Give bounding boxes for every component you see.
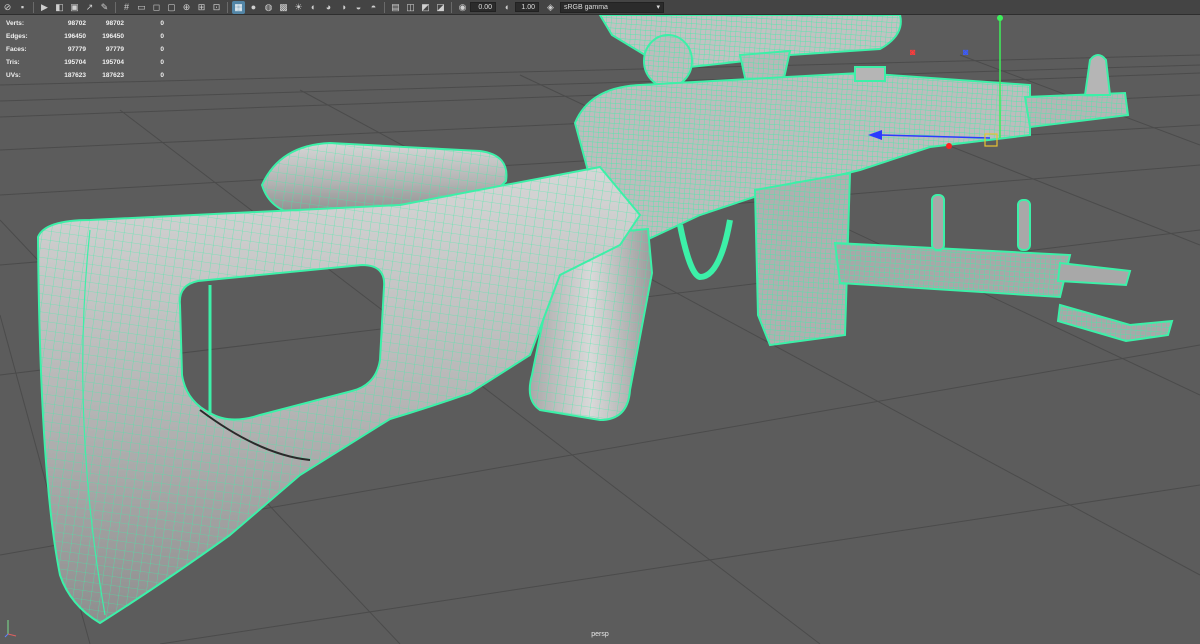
viewport-scene: ◙ ◙ — [0, 15, 1200, 644]
toolbar-separator — [384, 1, 385, 13]
camera-attributes-icon[interactable]: ▶ — [38, 1, 51, 14]
hud-value-components: 0 — [160, 72, 164, 79]
gamma-field[interactable]: 1.00 — [515, 2, 539, 12]
screen-space-ao-icon[interactable]: ◕ — [322, 1, 335, 14]
hud-value-components: 0 — [160, 59, 164, 66]
wireframe-on-shaded-icon[interactable]: ◍ — [262, 1, 275, 14]
chevron-down-icon: ▾ — [656, 3, 660, 11]
shadows-icon[interactable]: ◐ — [307, 1, 320, 14]
motion-blur-icon[interactable]: ◑ — [337, 1, 350, 14]
hud-value-components: 0 — [160, 46, 164, 53]
hud-value-object: 187623 — [64, 72, 86, 79]
hud-label: Edges: — [6, 33, 28, 40]
toolbar-separator — [227, 1, 228, 13]
hud-row-uvs: UVs: 187623 187623 0 — [6, 69, 164, 82]
perspective-viewport[interactable]: ◙ ◙ — [0, 15, 1200, 644]
camera-name-label: persp — [591, 631, 609, 638]
hud-row-verts: Verts: 98702 98702 0 — [6, 17, 164, 30]
hud-label: Tris: — [6, 59, 20, 66]
xray-active-components-icon[interactable]: ◩ — [419, 1, 432, 14]
hud-value-components: 0 — [160, 33, 164, 40]
resolution-gate-icon[interactable]: ◻ — [150, 1, 163, 14]
poly-count-hud: Verts: 98702 98702 0 Edges: 196450 19645… — [6, 17, 164, 82]
safe-action-icon[interactable]: ⊞ — [195, 1, 208, 14]
spare-magazine-model — [833, 194, 1174, 343]
hud-value-object: 98702 — [67, 20, 86, 27]
isolate-select-icon[interactable]: ▤ — [389, 1, 402, 14]
toolbar-separator — [451, 1, 452, 13]
hud-value-object: 97779 — [67, 46, 86, 53]
hud-value-selected: 97779 — [105, 46, 124, 53]
magazine-model — [753, 171, 852, 347]
hud-value-selected: 98702 — [105, 20, 124, 27]
anti-aliasing-icon[interactable]: ◒ — [352, 1, 365, 14]
film-gate-icon[interactable]: ▭ — [135, 1, 148, 14]
depth-of-field-icon[interactable]: ◓ — [367, 1, 380, 14]
textured-icon[interactable]: ▩ — [277, 1, 290, 14]
image-plane-icon[interactable]: ▣ — [68, 1, 81, 14]
trigger-guard-model — [677, 219, 733, 281]
use-all-lights-icon[interactable]: ☀ — [292, 1, 305, 14]
svg-text:◙: ◙ — [963, 47, 969, 57]
hud-label: Verts: — [6, 20, 25, 27]
gate-mask-icon[interactable]: ▢ — [165, 1, 178, 14]
wireframe-icon[interactable]: ▦ — [232, 0, 245, 14]
color-management-icon[interactable]: ◈ — [544, 1, 557, 14]
bookmarks-icon[interactable]: ◧ — [53, 1, 66, 14]
hud-row-faces: Faces: 97779 97779 0 — [6, 43, 164, 56]
xray-icon[interactable]: ◫ — [404, 1, 417, 14]
svg-text:◙: ◙ — [910, 47, 916, 57]
2d-pan-zoom-icon[interactable]: ↗ — [83, 1, 96, 14]
hud-value-object: 195704 — [64, 59, 86, 66]
grease-pencil-icon[interactable]: ✎ — [98, 1, 111, 14]
receiver-model — [573, 54, 1130, 245]
exposure-field[interactable]: 0.00 — [470, 2, 496, 12]
lock-camera-icon[interactable]: ▪ — [16, 1, 29, 14]
hud-value-selected: 195704 — [102, 59, 124, 66]
toolbar-separator — [115, 1, 116, 13]
hud-value-components: 0 — [160, 20, 164, 27]
hud-value-object: 196450 — [64, 33, 86, 40]
view-transform-dropdown[interactable]: sRGB gamma ▾ — [560, 1, 664, 13]
hud-value-selected: 196450 — [102, 33, 124, 40]
gamma-icon[interactable]: ◐ — [501, 1, 514, 14]
hud-label: Faces: — [6, 46, 27, 53]
hud-value-selected: 187623 — [102, 72, 124, 79]
exposure-icon[interactable]: ◉ — [456, 1, 469, 14]
viewport-panel-toolbar: ⊘ ▪ ▶ ◧ ▣ ↗ ✎ # ▭ ◻ ▢ ⊕ ⊞ ⊡ ▦ ● ◍ ▩ ☀ ◐ … — [0, 0, 1200, 15]
toolbar-separator — [33, 1, 34, 13]
hud-label: UVs: — [6, 72, 21, 79]
xray-joints-icon[interactable]: ◪ — [434, 1, 447, 14]
field-chart-icon[interactable]: ⊕ — [180, 1, 193, 14]
select-camera-icon[interactable]: ⊘ — [1, 1, 14, 14]
smooth-shade-icon[interactable]: ● — [247, 1, 260, 14]
view-transform-value: sRGB gamma — [564, 3, 608, 11]
hud-row-tris: Tris: 195704 195704 0 — [6, 56, 164, 69]
grid-icon[interactable]: # — [120, 1, 133, 14]
hud-row-edges: Edges: 196450 196450 0 — [6, 30, 164, 43]
safe-title-icon[interactable]: ⊡ — [210, 1, 223, 14]
